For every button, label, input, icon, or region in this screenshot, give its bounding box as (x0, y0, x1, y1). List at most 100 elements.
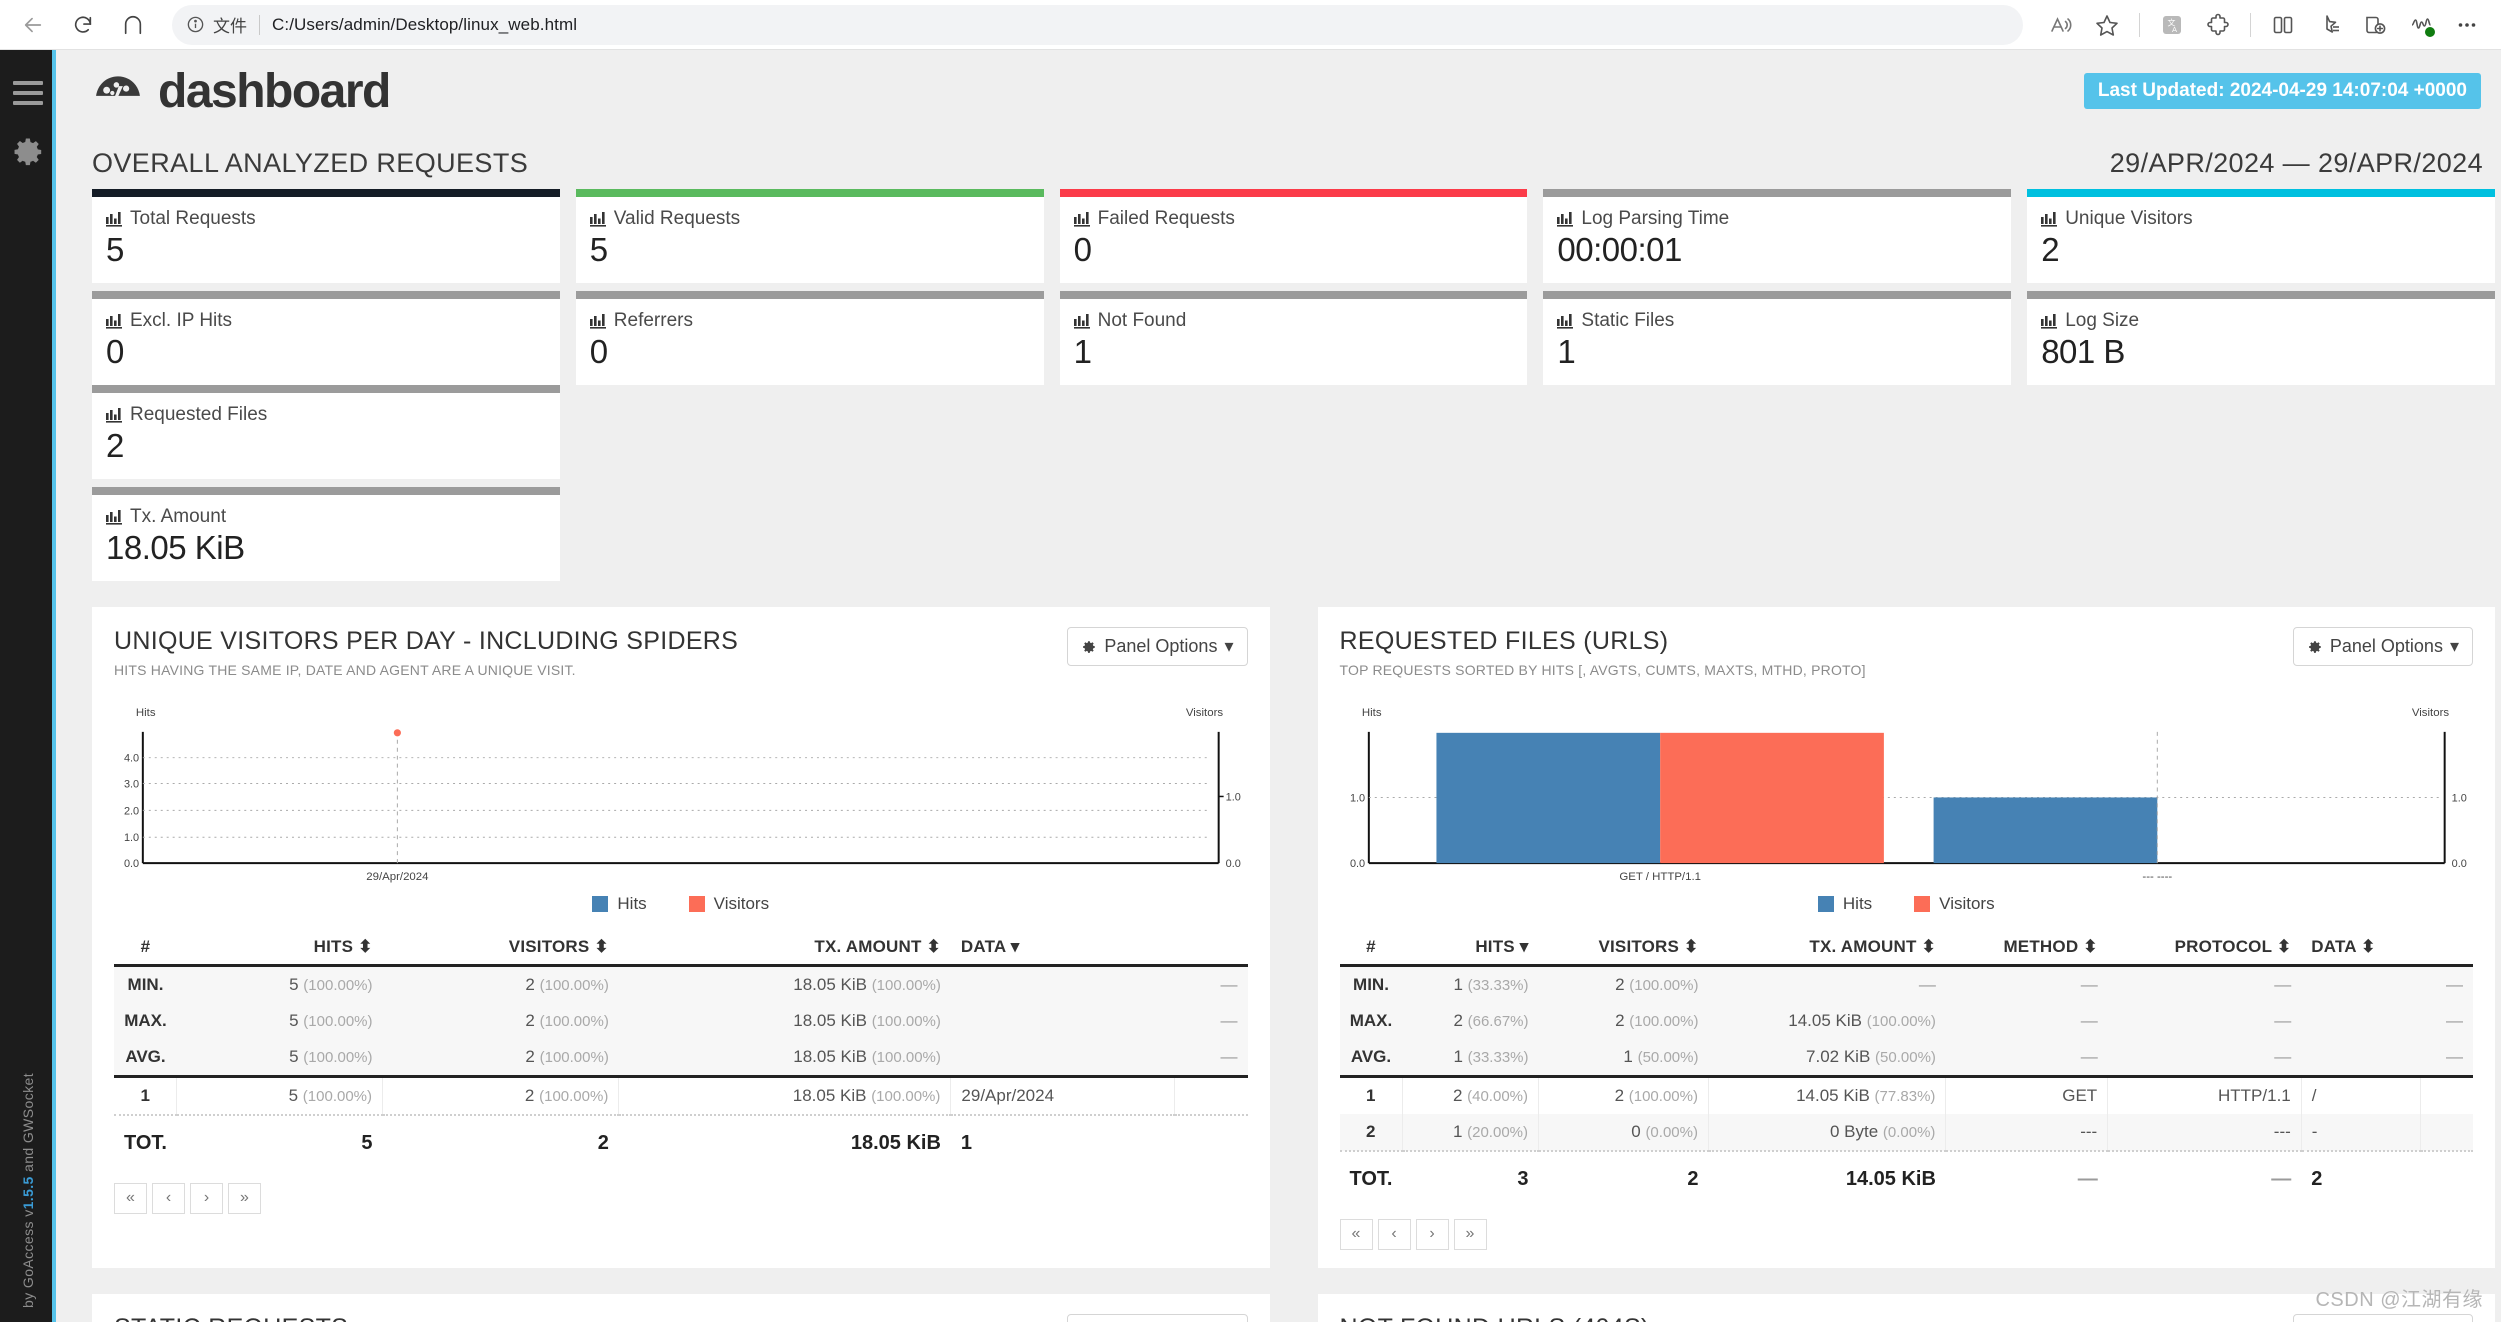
back-arrow-icon[interactable] (10, 6, 56, 44)
sort-icon[interactable]: ⬍ (594, 937, 608, 956)
pager-button-0[interactable]: « (114, 1183, 147, 1214)
toolbar-separator-2 (2250, 13, 2251, 37)
aggregate-row: MAX.5 (100.00%)2 (100.00%)18.05 KiB (100… (114, 1003, 1248, 1039)
pager-button-2[interactable]: › (1416, 1219, 1449, 1250)
main-content: dashboard Last Updated: 2024-04-29 14:07… (60, 50, 2501, 1322)
sort-icon[interactable]: ⬍ (358, 937, 372, 956)
agg-label: MIN. (1340, 965, 1403, 1003)
chart-legend: Hits Visitors (114, 894, 1248, 914)
agg-tx: 14.05 KiB (100.00%) (1708, 1003, 1945, 1039)
translate-icon[interactable]: 文A (2150, 6, 2194, 44)
totals-label: TOT. (114, 1115, 177, 1165)
collections-icon[interactable] (2307, 6, 2351, 44)
sidebar-footer: by GoAccess v1.5.5 and GWSocket (0, 1073, 56, 1308)
agg-tx: — (1708, 965, 1945, 1003)
column-header[interactable]: VISITORS ⬍ (383, 930, 619, 966)
sort-icon[interactable]: ▾ (1011, 937, 1020, 956)
stat-label-text: Failed Requests (1098, 208, 1235, 230)
more-options-icon[interactable] (2445, 6, 2489, 44)
pager-button-3[interactable]: » (1454, 1219, 1487, 1250)
requested-files-chart-svg: Hits Visitors 1.0 0.0 1.0 0.0 (1340, 704, 2474, 888)
panel-header: UNIQUE VISITORS PER DAY - INCLUDING SPID… (114, 627, 1248, 678)
column-header[interactable]: DATA ⬍ (2301, 930, 2420, 966)
chart-legend: Hits Visitors (1340, 894, 2474, 914)
pager-button-1[interactable]: ‹ (152, 1183, 185, 1214)
reload-icon[interactable] (60, 6, 106, 44)
sort-icon[interactable]: ▾ (1520, 937, 1529, 956)
sort-icon[interactable]: ⬍ (2083, 937, 2097, 956)
sort-icon[interactable]: ⬍ (2361, 937, 2375, 956)
agg-label: MIN. (114, 965, 177, 1003)
column-header[interactable]: # (114, 930, 177, 966)
column-header[interactable]: DATA ▾ (951, 930, 1175, 966)
home-icon[interactable] (110, 6, 156, 44)
file-info-chip[interactable]: 文件 (186, 12, 247, 37)
column-header[interactable]: # (1340, 930, 1403, 966)
totals-data: 2 (2301, 1151, 2420, 1201)
stat-card-column: Unique Visitors2Log Size801 B (2027, 189, 2495, 385)
panel-options-button[interactable]: Panel Options ▾ (1067, 627, 1247, 666)
panel-options-button[interactable]: Panel Options ▾ (2293, 627, 2473, 666)
bar-chart-icon (1074, 212, 1091, 227)
table-header-row: #HITS ▾VISITORS ⬍TX. AMOUNT ⬍METHOD ⬍PRO… (1340, 930, 2474, 966)
column-header[interactable]: TX. AMOUNT ⬍ (619, 930, 951, 966)
stat-label-text: Tx. Amount (130, 506, 226, 528)
column-header[interactable]: HITS ⬍ (177, 930, 383, 966)
svg-text:0.0: 0.0 (1226, 858, 1241, 870)
bar-chart-icon (1557, 212, 1574, 227)
stat-card-value: 1 (1557, 333, 1997, 371)
agg-end: — (2421, 1003, 2473, 1039)
requested-files-pager: «‹›» (1340, 1219, 2474, 1256)
address-bar[interactable]: 文件 C:/Users/admin/Desktop/linux_web.html (172, 5, 2023, 45)
stat-card-value: 1 (1074, 333, 1514, 371)
legend-item-hits[interactable]: Hits (592, 894, 646, 914)
legend-item-visitors[interactable]: Visitors (1914, 894, 1994, 914)
stat-card: Log Parsing Time00:00:01 (1543, 189, 2011, 283)
column-header[interactable]: HITS ▾ (1402, 930, 1538, 966)
split-screen-icon[interactable] (2261, 6, 2305, 44)
table-row[interactable]: 12 (40.00%)2 (100.00%)14.05 KiB (77.83%)… (1340, 1076, 2474, 1114)
agg-visitors: 1 (50.00%) (1539, 1039, 1709, 1077)
stat-card: Requested Files2 (92, 385, 560, 479)
agg-data (951, 1039, 1175, 1077)
table-row[interactable]: 21 (20.00%)0 (0.00%)0 Byte (0.00%)------… (1340, 1114, 2474, 1151)
row-end (2421, 1114, 2473, 1151)
table-row[interactable]: 15 (100.00%)2 (100.00%)18.05 KiB (100.00… (114, 1076, 1248, 1115)
agg-data (951, 1003, 1175, 1039)
panel-unique-visitors: UNIQUE VISITORS PER DAY - INCLUDING SPID… (92, 607, 1270, 1268)
pager-button-2[interactable]: › (190, 1183, 223, 1214)
row-index: 1 (114, 1076, 177, 1115)
overall-stat-cards: Total Requests5Excl. IP Hits0Valid Reque… (60, 189, 2501, 581)
extensions-icon[interactable] (2196, 6, 2240, 44)
gear-icon[interactable] (0, 124, 56, 180)
legend-item-hits[interactable]: Hits (1818, 894, 1872, 914)
svg-text:1.0: 1.0 (124, 832, 139, 844)
hamburger-menu-icon[interactable] (0, 68, 56, 124)
panel-options-button[interactable]: Panel Options ▾ (2293, 1314, 2473, 1322)
star-icon[interactable] (2085, 6, 2129, 44)
pager-button-1[interactable]: ‹ (1378, 1219, 1411, 1250)
agg-hits: 2 (66.67%) (1402, 1003, 1538, 1039)
sort-icon[interactable]: ⬍ (926, 937, 940, 956)
stat-card: Excl. IP Hits0 (92, 291, 560, 385)
row-protocol: HTTP/1.1 (2108, 1076, 2302, 1114)
read-aloud-icon[interactable] (2039, 6, 2083, 44)
sort-icon[interactable]: ⬍ (1684, 937, 1698, 956)
legend-item-visitors[interactable]: Visitors (689, 894, 769, 914)
stat-label-text: Referrers (614, 310, 693, 332)
column-header[interactable]: TX. AMOUNT ⬍ (1708, 930, 1945, 966)
bar-chart-icon (2041, 212, 2058, 227)
pager-button-3[interactable]: » (228, 1183, 261, 1214)
sort-icon[interactable]: ⬍ (2277, 937, 2291, 956)
add-to-favorites-icon[interactable] (2353, 6, 2397, 44)
stat-card-column: Total Requests5Excl. IP Hits0 (92, 189, 560, 385)
sort-icon[interactable]: ⬍ (1921, 937, 1935, 956)
column-header[interactable]: METHOD ⬍ (1946, 930, 2108, 966)
bar-chart-icon (1074, 314, 1091, 329)
pager-button-0[interactable]: « (1340, 1219, 1373, 1250)
column-header[interactable]: VISITORS ⬍ (1539, 930, 1709, 966)
browser-essentials-icon[interactable] (2399, 6, 2443, 44)
panel-options-button[interactable]: Panel Options ▾ (1067, 1314, 1247, 1322)
row-data: / (2301, 1076, 2420, 1114)
column-header[interactable]: PROTOCOL ⬍ (2108, 930, 2302, 966)
